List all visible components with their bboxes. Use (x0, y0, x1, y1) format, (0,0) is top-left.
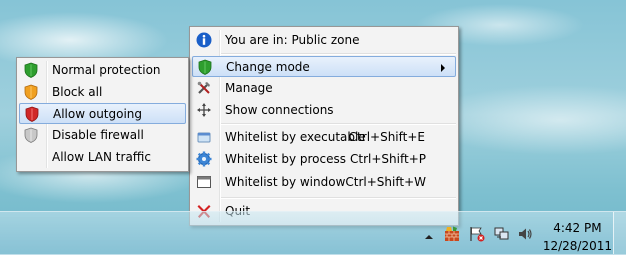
show-connections-label: Show connections (225, 103, 334, 117)
zone-info-label: You are in: Public zone (225, 33, 360, 47)
mode-label: Normal protection (52, 63, 161, 77)
change-mode-submenu: Normal protection Block all Allow outgoi… (16, 57, 189, 172)
clock-time: 4:42 PM (553, 221, 602, 235)
mode-label: Allow outgoing (53, 107, 143, 121)
menu-item-zone-info[interactable]: You are in: Public zone (192, 30, 456, 51)
menu-item-whitelist-process[interactable]: Whitelist by process Ctrl+Shift+P (192, 149, 456, 170)
show-hidden-icons-chevron-icon[interactable] (421, 229, 437, 245)
menu-item-whitelist-window[interactable]: Whitelist by window Ctrl+Shift+W (192, 172, 456, 193)
action-center-flag-icon[interactable] (469, 226, 485, 242)
green-shield-icon (23, 62, 39, 78)
window-icon (196, 174, 212, 190)
orange-shield-icon (23, 84, 39, 100)
mode-item-normal-protection[interactable]: Normal protection (19, 60, 186, 81)
menu-separator (221, 53, 456, 55)
whitelist-window-label: Whitelist by window (225, 175, 346, 189)
menu-separator (221, 123, 456, 125)
green-shield-icon (197, 59, 213, 75)
firewall-context-menu: You are in: Public zone Change mode Mana… (189, 26, 459, 226)
menu-separator (221, 197, 456, 199)
menu-item-whitelist-executable[interactable]: Whitelist by executable Ctrl+Shift+E (192, 127, 456, 148)
taskbar-clock[interactable]: 4:42 PM 12/28/2011 (543, 219, 612, 255)
tools-icon (196, 80, 212, 96)
whitelist-window-shortcut: Ctrl+Shift+W (345, 175, 426, 189)
network-connections-icon (196, 102, 212, 118)
whitelist-executable-label: Whitelist by executable (225, 130, 366, 144)
network-tray-icon[interactable] (494, 226, 510, 242)
menu-item-manage[interactable]: Manage (192, 78, 456, 99)
mode-item-allow-outgoing[interactable]: Allow outgoing (19, 103, 186, 124)
mode-label: Block all (52, 85, 103, 99)
volume-speaker-icon[interactable] (517, 226, 533, 242)
executable-icon (196, 129, 212, 145)
clock-date: 12/28/2011 (542, 239, 612, 253)
show-desktop-button[interactable] (613, 212, 626, 254)
menu-item-change-mode[interactable]: Change mode (192, 56, 456, 77)
firewall-tray-icon[interactable] (444, 226, 460, 242)
mode-item-block-all[interactable]: Block all (19, 82, 186, 103)
info-icon (196, 32, 212, 48)
mode-label: Disable firewall (52, 128, 144, 142)
menu-item-show-connections[interactable]: Show connections (192, 100, 456, 121)
process-gear-icon (196, 151, 212, 167)
manage-label: Manage (225, 81, 273, 95)
mode-label: Allow LAN traffic (52, 150, 151, 164)
red-shield-icon (24, 106, 40, 122)
whitelist-process-label: Whitelist by process (225, 152, 346, 166)
mode-item-allow-lan-traffic[interactable]: Allow LAN traffic (19, 147, 186, 168)
mode-item-disable-firewall[interactable]: Disable firewall (19, 125, 186, 146)
gray-shield-icon (23, 127, 39, 143)
whitelist-executable-shortcut: Ctrl+Shift+E (348, 130, 425, 144)
change-mode-label: Change mode (226, 60, 310, 74)
whitelist-process-shortcut: Ctrl+Shift+P (350, 152, 426, 166)
submenu-arrow-icon (441, 64, 445, 72)
